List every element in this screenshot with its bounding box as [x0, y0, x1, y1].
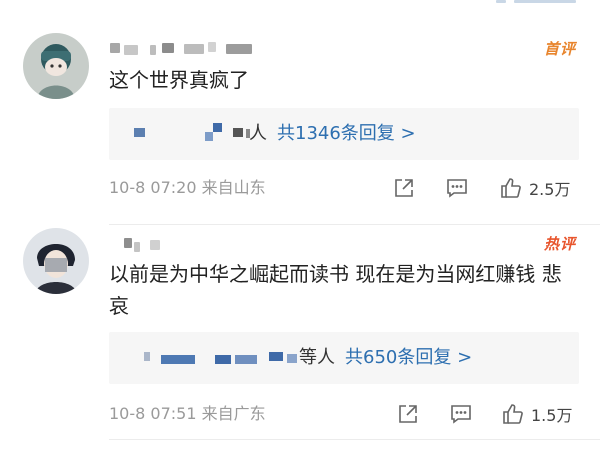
- top-cutoff-mark: [496, 0, 576, 4]
- hot-comment-badge: 热评: [543, 235, 576, 253]
- divider: [109, 439, 600, 440]
- comment-text: 这个世界真疯了: [109, 68, 249, 92]
- replies-preview[interactable]: 人共1346条回复 >: [109, 108, 579, 160]
- like-button[interactable]: 1.5万: [501, 402, 572, 426]
- comment-text: 以前是为中华之崛起而读书 现在是为当网红赚钱 悲哀: [109, 262, 562, 318]
- avatar[interactable]: [23, 228, 89, 294]
- thumbs-up-icon: [503, 404, 523, 424]
- thumbs-up-icon: [501, 178, 521, 198]
- comment-icon[interactable]: [445, 176, 469, 200]
- reply-count-link[interactable]: 共650条回复 >: [345, 347, 472, 368]
- comment-item: 热评 以前是为中华之崛起而读书 现在是为当网红赚钱 悲哀 等人 共650条回复 >…: [0, 225, 600, 456]
- like-button[interactable]: 2.5万: [499, 176, 570, 200]
- replies-preview[interactable]: 等人 共650条回复 >: [109, 332, 579, 384]
- username-blurred[interactable]: [110, 41, 270, 55]
- comment-meta: 10-8 07:20 来自山东 2.5万: [109, 174, 579, 202]
- share-icon[interactable]: [392, 176, 416, 200]
- share-icon[interactable]: [396, 402, 420, 426]
- reply-suffix: 等人: [299, 347, 335, 368]
- first-comment-badge: 首评: [543, 40, 576, 58]
- timestamp-location: 10-8 07:20 来自山东: [109, 178, 266, 197]
- avatar[interactable]: [23, 33, 89, 99]
- like-count: 2.5万: [529, 180, 571, 199]
- reply-suffix: 人: [249, 123, 267, 144]
- reply-usernames-blurred: [109, 332, 309, 384]
- like-count: 1.5万: [531, 406, 573, 425]
- comment-meta: 10-8 07:51 来自广东 1.5万: [109, 400, 579, 428]
- timestamp-location: 10-8 07:51 来自广东: [109, 404, 266, 423]
- comment-item: 首评 这个世界真疯了 人共1346条回复 > 10-8 07:20 来自山东 2…: [0, 30, 600, 225]
- reply-count-link[interactable]: 共1346条回复 >: [277, 123, 416, 144]
- username-blurred[interactable]: [110, 236, 190, 252]
- comment-icon[interactable]: [449, 402, 473, 426]
